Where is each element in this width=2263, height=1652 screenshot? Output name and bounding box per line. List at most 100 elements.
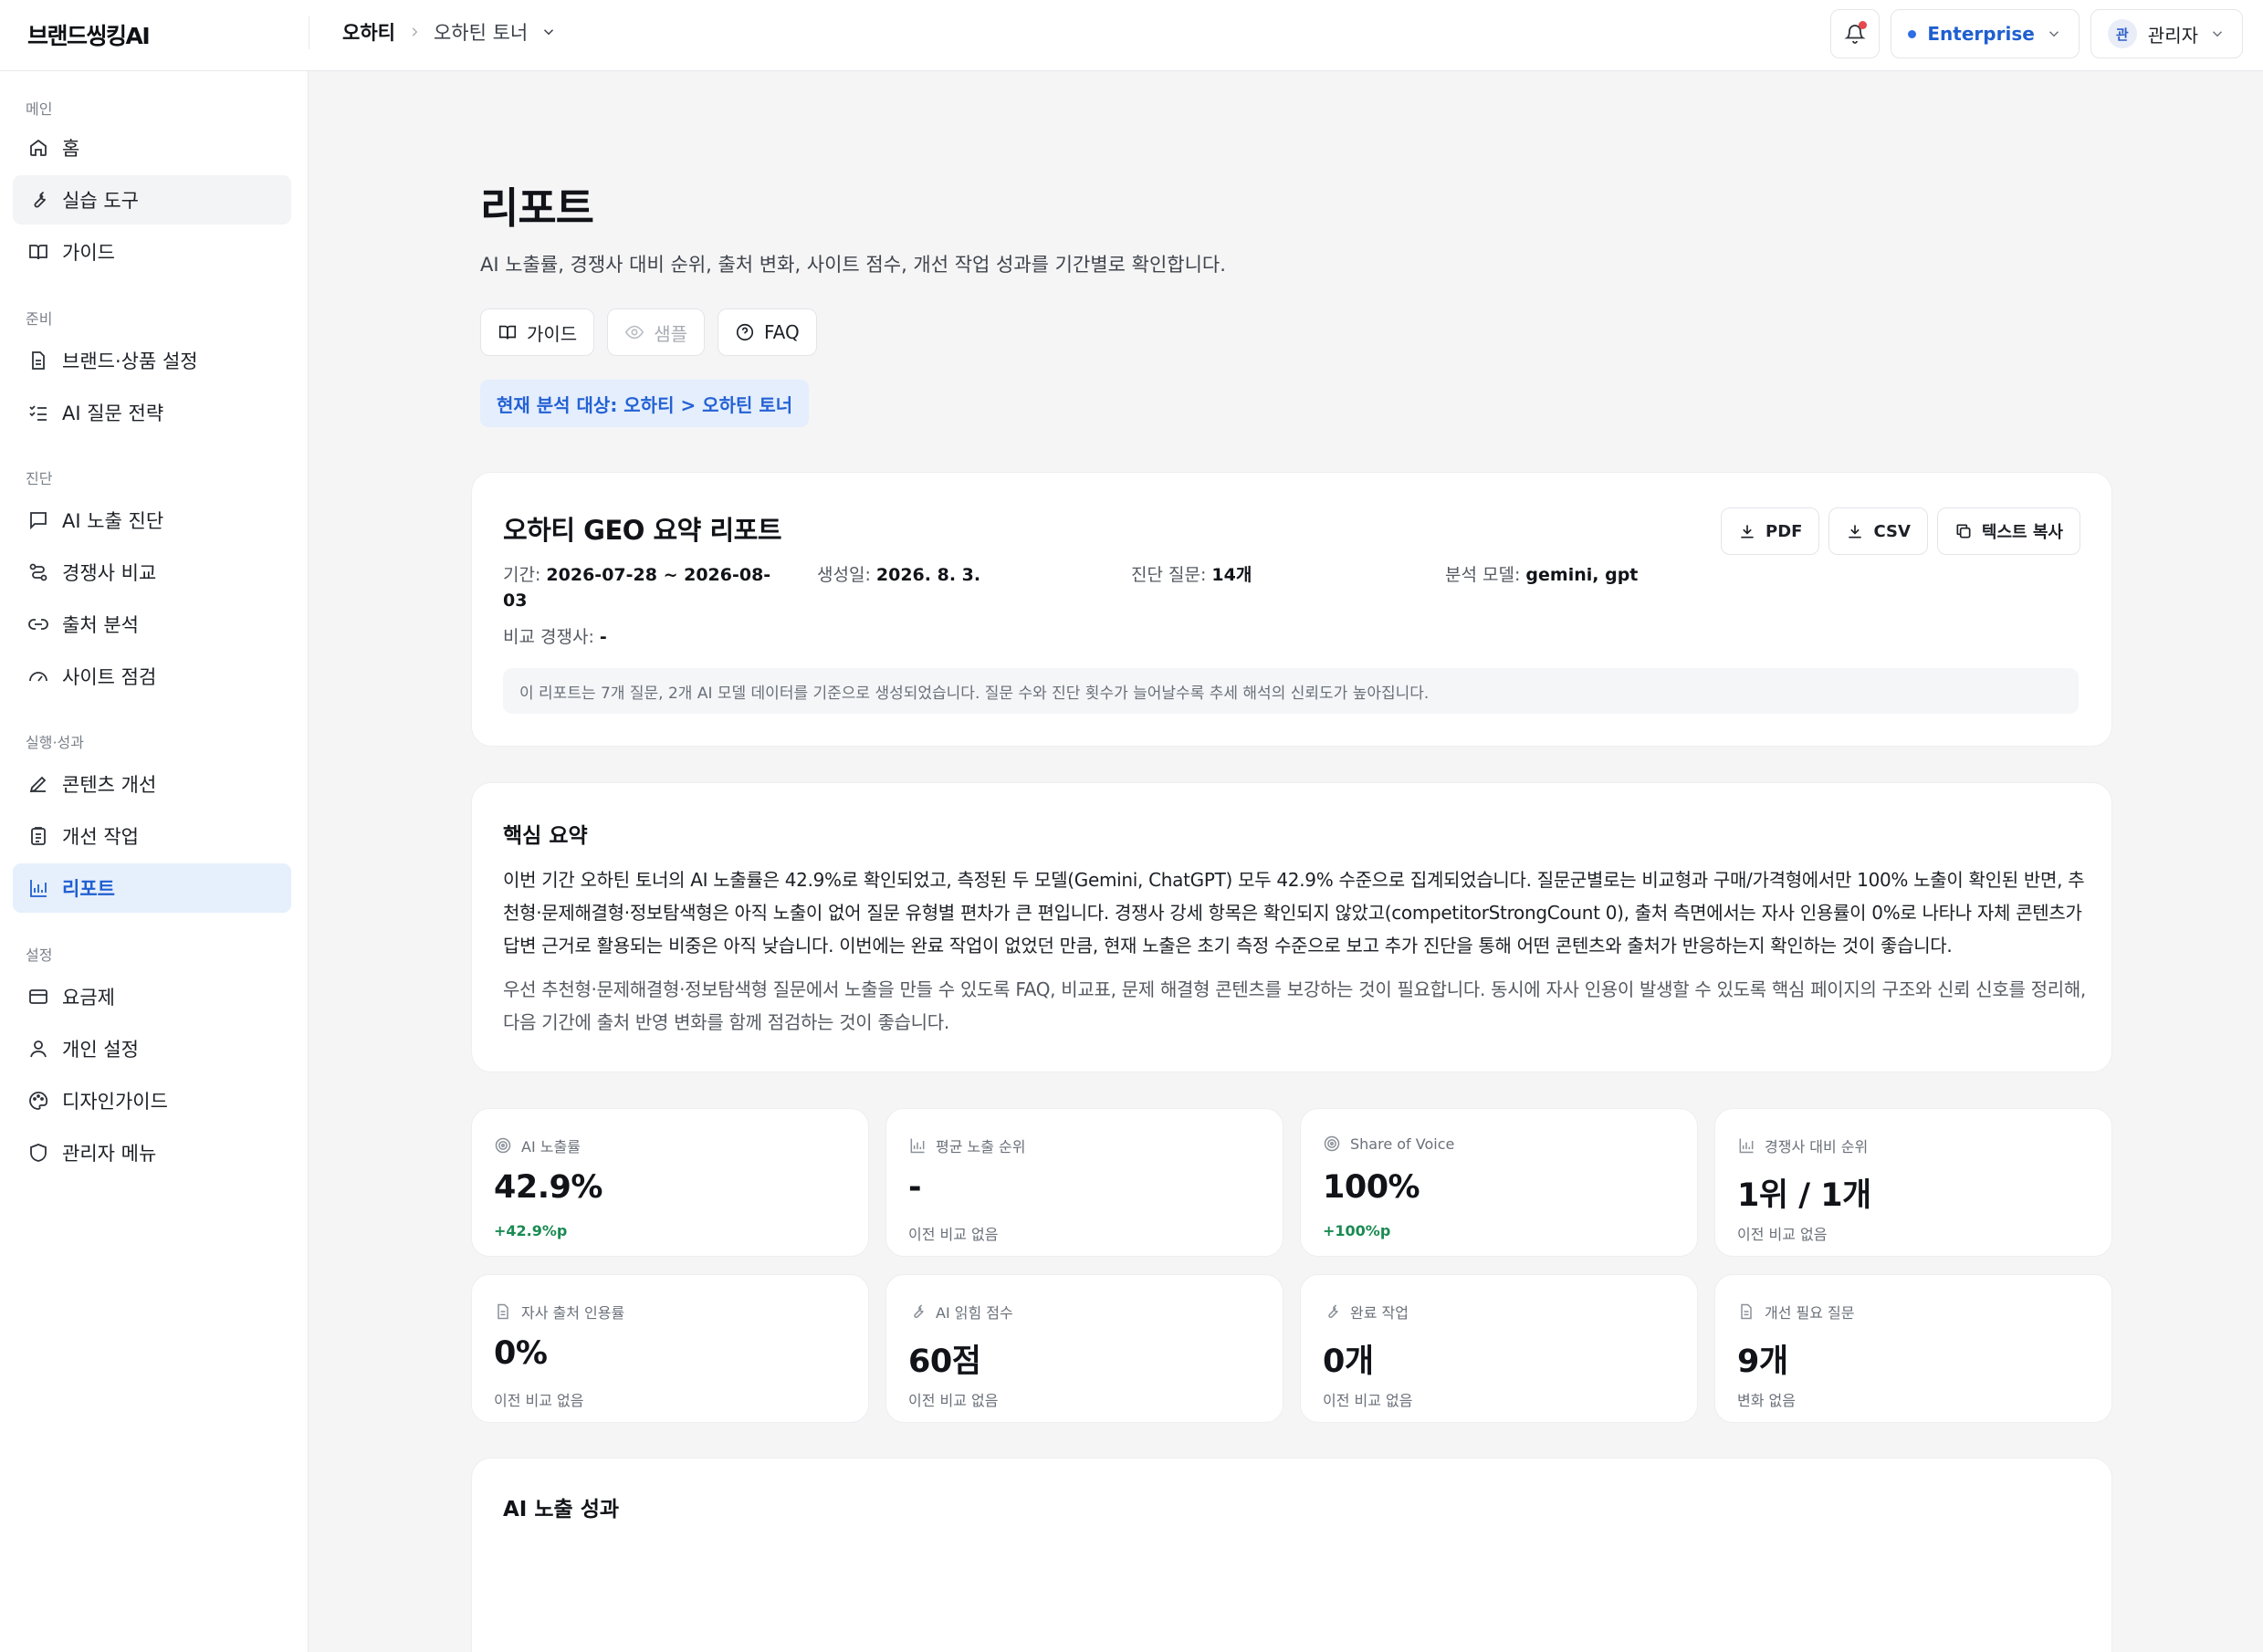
sidebar-item-label: 요금제 (62, 987, 115, 1009)
questions-label: 진단 질문: (1131, 565, 1207, 585)
document-icon (498, 1303, 508, 1320)
bar-chart-icon (30, 880, 47, 897)
metric-label-text: AI 노출률 (521, 1138, 581, 1155)
sidebar-item-label: 브랜드·상품 설정 (62, 350, 198, 372)
product-selector[interactable]: 오하틴 토너 (434, 18, 557, 46)
metric-label-text: 경쟁사 대비 순위 (1765, 1138, 1869, 1155)
metric-label-text: Share of Voice (1350, 1134, 1455, 1153)
ai-exposure-performance-card: AI 노출 성과 (471, 1458, 2112, 1652)
route-icon (29, 563, 47, 581)
checklist-icon (29, 405, 47, 421)
breadcrumb-brand[interactable]: 오하티 (342, 18, 395, 46)
analysis-target-chip: 현재 분석 대상: 오하티 > 오하틴 토너 (480, 380, 810, 427)
report-notice: 이 리포트는 7개 질문, 2개 AI 모델 데이터를 기준으로 생성되었습니다… (503, 668, 2079, 714)
sidebar-section-prep: 준비 (26, 310, 53, 328)
sidebar-item-guide[interactable]: 가이드 (13, 227, 291, 277)
sidebar-item-brand-settings[interactable]: 브랜드·상품 설정 (13, 336, 291, 385)
created-value: 2026. 8. 3. (875, 565, 981, 585)
notifications-button[interactable] (1830, 9, 1881, 58)
top-bar: 브랜드씽킹AI 오하티 오하틴 토너 Enterprise 관 관리자 (0, 0, 2263, 71)
metric-delta: 이전 비교 없음 (494, 1392, 584, 1409)
report-period: 기간: 2026-07-28 ~ 2026-08- 03 (503, 562, 770, 613)
copy-icon (1956, 524, 1971, 538)
target-icon (495, 1137, 511, 1154)
chevron-down-icon (2212, 31, 2223, 37)
sidebar-item-exposure-diagnosis[interactable]: AI 노출 진단 (13, 496, 291, 545)
metric-value: 1위 / 1개 (1737, 1177, 1871, 1214)
app-logo[interactable]: 브랜드씽킹AI (27, 18, 151, 51)
sidebar-item-label: 출처 분석 (62, 614, 139, 636)
sidebar-item-admin-menu[interactable]: 관리자 메뉴 (13, 1128, 291, 1177)
period-value: 2026-07-28 ~ 2026-08- (546, 565, 771, 585)
metric-value: 0% (494, 1335, 548, 1372)
sample-button-label: 샘플 (654, 322, 688, 345)
metric-delta: +100%p (1323, 1222, 1391, 1239)
message-icon (30, 512, 47, 530)
metric-value: - (908, 1169, 922, 1206)
competitors-value: - (599, 627, 607, 647)
palette-icon (29, 1092, 48, 1110)
summary-title: 핵심 요약 (503, 824, 588, 848)
metric-value: 9개 (1737, 1344, 1788, 1380)
sidebar-item-design-guide[interactable]: 디자인가이드 (13, 1076, 291, 1125)
sidebar-item-practice-tools[interactable]: 실습 도구 (13, 175, 291, 225)
sidebar-item-competitor-compare[interactable]: 경쟁사 비교 (13, 548, 291, 597)
bar-chart-icon (1739, 1138, 1754, 1154)
metric-card-avg-rank: 평균 노출 순위 - 이전 비교 없음 (885, 1108, 1283, 1257)
sidebar-item-question-strategy[interactable]: AI 질문 전략 (13, 388, 291, 437)
metric-label: AI 읽힘 점수 (908, 1301, 1013, 1323)
metric-label-text: 자사 출처 인용률 (521, 1304, 625, 1322)
guide-button[interactable]: 가이드 (480, 308, 595, 356)
clipboard-icon (31, 827, 46, 845)
metric-label-text: 개선 필요 질문 (1765, 1304, 1855, 1322)
breadcrumb: 오하티 오하틴 토너 (342, 18, 557, 46)
metric-delta: 이전 비교 없음 (1323, 1392, 1413, 1409)
csv-label: CSV (1873, 521, 1911, 541)
plan-selector[interactable]: Enterprise (1891, 9, 2080, 58)
export-actions: PDF CSV 텍스트 복사 (1721, 507, 2080, 555)
sidebar-item-home[interactable]: 홈 (13, 123, 291, 173)
sidebar-item-label: 디자인가이드 (62, 1091, 168, 1113)
copy-text-label: 텍스트 복사 (1981, 523, 2063, 542)
breadcrumb-product: 오하틴 토너 (433, 22, 529, 44)
sample-button[interactable]: 샘플 (607, 308, 706, 356)
target-icon (1324, 1135, 1340, 1152)
sidebar-item-pricing[interactable]: 요금제 (13, 972, 291, 1021)
faq-button[interactable]: FAQ (718, 308, 817, 356)
copy-text-button[interactable]: 텍스트 복사 (1936, 507, 2080, 555)
page-actions: 가이드 샘플 FAQ (480, 308, 817, 356)
metric-label-text: 완료 작업 (1350, 1304, 1409, 1322)
report-created-date: 생성일: 2026. 8. 3. (817, 562, 980, 588)
sidebar-item-content-improvement[interactable]: 콘텐츠 개선 (13, 759, 291, 809)
metric-label: 자사 출처 인용률 (494, 1301, 624, 1323)
metric-card-exposure-rate: AI 노출률 42.9% +42.9%p (471, 1108, 869, 1257)
metric-card-completed-tasks: 완료 작업 0개 이전 비교 없음 (1300, 1274, 1698, 1423)
chevron-right-icon (412, 27, 418, 37)
guide-button-label: 가이드 (527, 322, 578, 345)
wrench-icon (914, 1304, 924, 1319)
questions-value: 14개 (1211, 565, 1252, 585)
card-icon (29, 989, 47, 1004)
report-question-count: 진단 질문: 14개 (1131, 562, 1252, 588)
report-competitors: 비교 경쟁사: - (503, 624, 607, 650)
download-icon (1741, 525, 1754, 538)
wrench-icon (34, 191, 47, 208)
sidebar-item-label: 실습 도구 (62, 190, 139, 212)
pdf-export-button[interactable]: PDF (1721, 507, 1820, 555)
sidebar-item-label: 가이드 (62, 242, 115, 264)
competitors-label: 비교 경쟁사: (503, 627, 594, 647)
sidebar-item-site-check[interactable]: 사이트 점검 (13, 652, 291, 701)
user-menu[interactable]: 관 관리자 (2090, 9, 2243, 58)
sidebar-item-label: 경쟁사 비교 (62, 562, 157, 584)
metric-value: 0개 (1323, 1344, 1374, 1380)
metric-value: 42.9% (494, 1169, 602, 1206)
sidebar-item-source-analysis[interactable]: 출처 분석 (13, 600, 291, 649)
shield-icon (30, 1144, 47, 1162)
sidebar-item-personal-settings[interactable]: 개인 설정 (13, 1024, 291, 1073)
metric-delta: 변화 없음 (1737, 1392, 1796, 1409)
sidebar-item-improvement-tasks[interactable]: 개선 작업 (13, 811, 291, 861)
metric-label-text: AI 읽힘 점수 (936, 1304, 1013, 1322)
csv-export-button[interactable]: CSV (1828, 507, 1928, 555)
sidebar-item-label: 개선 작업 (62, 826, 139, 848)
sidebar-item-report[interactable]: 리포트 (13, 863, 291, 913)
